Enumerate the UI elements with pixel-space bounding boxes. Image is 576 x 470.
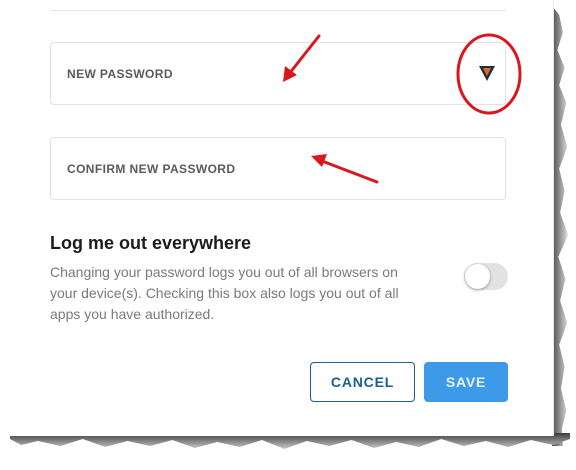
cancel-button[interactable]: CANCEL [310,362,415,402]
new-password-field[interactable]: NEW PASSWORD [50,42,506,105]
confirm-password-label: CONFIRM NEW PASSWORD [67,161,236,176]
top-divider [50,10,506,11]
new-password-label: NEW PASSWORD [67,66,173,81]
logout-everywhere-toggle[interactable] [464,263,508,290]
password-manager-icon[interactable] [477,63,497,83]
paper-shadow-bottom [10,433,570,449]
paper-shadow-right [552,6,569,446]
toggle-knob [465,264,490,289]
logout-everywhere-description: Changing your password logs you out of a… [50,264,399,322]
logout-everywhere-title: Log me out everywhere [50,233,252,253]
save-button[interactable]: SAVE [424,362,508,402]
change-password-dialog: NEW PASSWORD CONFIRM NEW PASSWORD Log me… [10,0,554,436]
confirm-password-field[interactable]: CONFIRM NEW PASSWORD [50,137,506,200]
